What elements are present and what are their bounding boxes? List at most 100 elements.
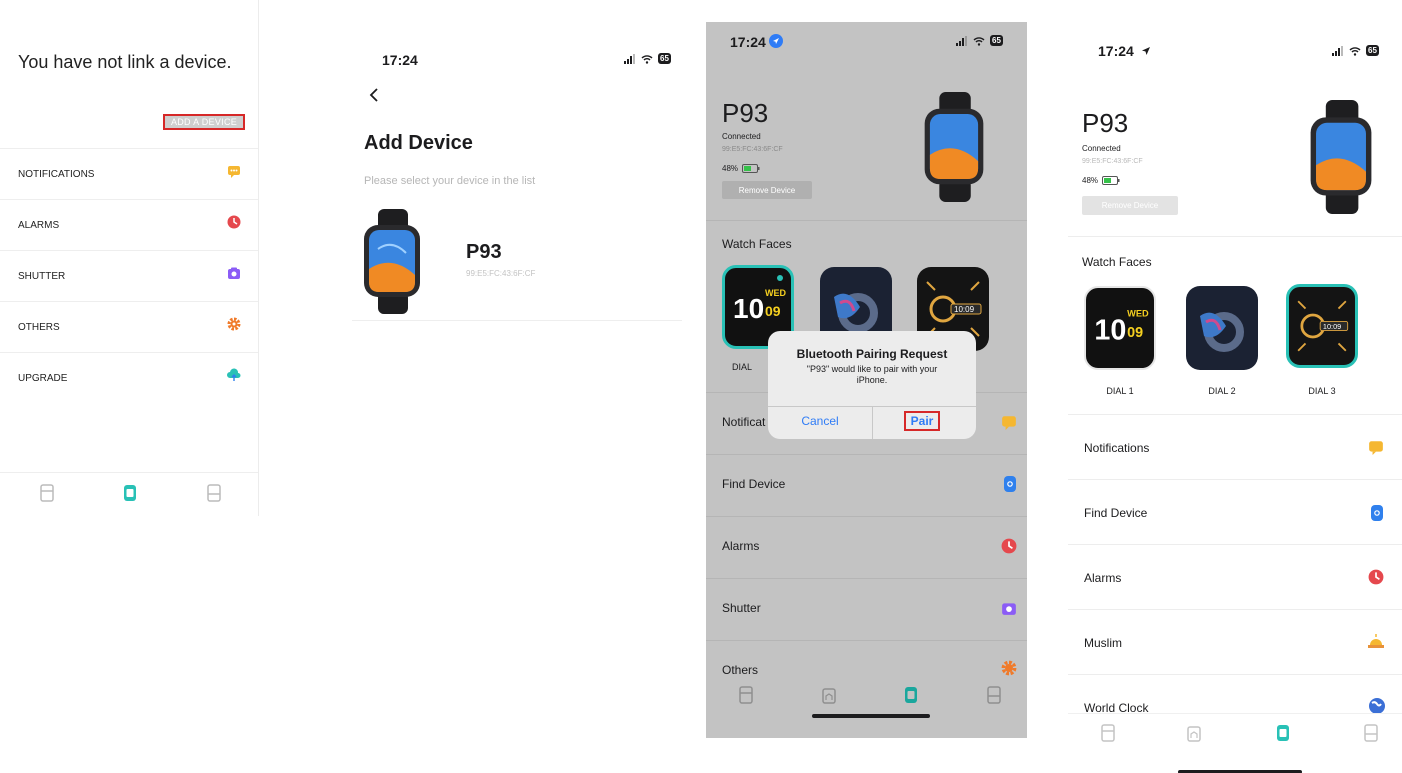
device-name: P93 <box>466 241 502 263</box>
message-icon <box>1369 441 1383 455</box>
settings-item-shutter[interactable]: Shutter <box>706 578 1027 641</box>
device-name: P93 <box>1082 108 1129 138</box>
settings-item-notifications[interactable]: Notifications <box>1068 414 1402 480</box>
settings-item-find-device[interactable]: Find Device <box>706 454 1027 517</box>
device-name: P93 <box>722 98 769 128</box>
signal-icon <box>1332 45 1343 56</box>
status-time: 17:24 <box>1098 43 1134 59</box>
settings-item-label: Find Device <box>1084 506 1148 520</box>
wifi-icon <box>641 54 653 64</box>
tab-home-icon[interactable] <box>822 686 836 704</box>
remove-device-button[interactable]: Remove Device <box>1082 196 1178 215</box>
connection-status: Connected <box>722 132 761 141</box>
tab-profile-icon[interactable] <box>207 484 221 502</box>
dial-2-thumbnail[interactable] <box>1186 286 1258 370</box>
dial-minute: 09 <box>765 303 781 319</box>
dial-1-thumbnail[interactable]: 10 WED 09 <box>1084 286 1156 370</box>
tab-profile-icon[interactable] <box>1364 724 1378 742</box>
connection-status: Connected <box>1082 144 1121 153</box>
tab-dashboard-icon[interactable] <box>40 484 54 502</box>
status-icons: 65 <box>956 35 1003 46</box>
tab-device-icon[interactable] <box>904 686 918 704</box>
battery-level-icon <box>742 164 760 173</box>
settings-item-label: Shutter <box>722 601 761 615</box>
wifi-icon <box>1349 46 1361 56</box>
settings-item-label: Alarms <box>1084 571 1122 585</box>
cancel-button[interactable]: Cancel <box>768 414 872 428</box>
menu-item-upgrade[interactable]: UPGRADE <box>0 352 258 403</box>
clock-icon <box>227 215 241 229</box>
dial-hour: 10 <box>1094 314 1126 346</box>
settings-item-label: Alarms <box>722 539 760 553</box>
settings-item-muslim[interactable]: Muslim <box>1068 609 1402 675</box>
menu-item-shutter[interactable]: SHUTTER <box>0 250 258 301</box>
battery-icon: 65 <box>658 53 671 64</box>
signal-icon <box>624 53 635 64</box>
dial-1-label: DIAL <box>731 362 752 372</box>
wifi-icon <box>973 36 985 46</box>
battery-level: 48% <box>722 164 760 173</box>
add-device-button[interactable]: ADD A DEVICE <box>163 114 245 130</box>
tab-dashboard-icon[interactable] <box>1101 724 1115 742</box>
tab-bar <box>1068 713 1402 773</box>
tab-dashboard-icon[interactable] <box>739 686 753 704</box>
dial-analog-icon: 10:09 <box>1297 300 1349 352</box>
clock-icon <box>1368 569 1384 585</box>
settings-item-others[interactable]: Others <box>706 640 1027 681</box>
menu-item-notifications[interactable]: NOTIFICATIONS <box>0 148 258 199</box>
message-icon <box>1002 416 1016 430</box>
no-device-screen: You have not link a device. ADD A DEVICE… <box>0 0 259 516</box>
mosque-icon <box>1368 634 1384 648</box>
battery-icon: 65 <box>1366 45 1379 56</box>
tab-profile-icon[interactable] <box>987 686 1001 704</box>
menu-item-alarms[interactable]: ALARMS <box>0 199 258 250</box>
pairing-screen: 17:24 65 P93 Connected 99:E5:FC:43:6F:CF… <box>706 22 1027 738</box>
dial-day: WED <box>765 288 786 298</box>
settings-item-world-clock[interactable]: World Clock <box>1068 674 1402 715</box>
tab-home-icon[interactable] <box>1187 724 1201 742</box>
tab-device-icon[interactable] <box>123 484 137 502</box>
device-mac: 99:E5:FC:43:6F:CF <box>466 269 536 278</box>
gear-icon <box>1001 660 1017 676</box>
dial-minute: 09 <box>1127 325 1143 341</box>
menu-item-label: UPGRADE <box>18 373 68 384</box>
dialog-divider <box>872 406 873 439</box>
settings-item-find-device[interactable]: Find Device <box>1068 479 1402 545</box>
pair-button[interactable]: Pair <box>904 411 940 431</box>
settings-item-label: Find Device <box>722 477 786 491</box>
watch-faces-label: Watch Faces <box>722 237 792 251</box>
menu-item-label: NOTIFICATIONS <box>18 169 95 180</box>
menu-item-label: ALARMS <box>18 220 60 231</box>
settings-item-alarms[interactable]: Alarms <box>1068 544 1402 610</box>
page-subtitle: Please select your device in the list <box>364 175 536 187</box>
remove-device-button[interactable]: Remove Device <box>722 181 812 199</box>
status-icons: 65 <box>1332 45 1379 56</box>
settings-item-label: Muslim <box>1084 636 1122 650</box>
tab-device-icon[interactable] <box>1276 724 1290 742</box>
status-time: 17:24 <box>730 34 766 50</box>
find-device-icon <box>1004 476 1016 492</box>
settings-item-alarms[interactable]: Alarms <box>706 516 1027 579</box>
device-list-item[interactable]: P93 99:E5:FC:43:6F:CF <box>352 205 682 321</box>
divider <box>1068 236 1402 238</box>
device-mac: 99:E5:FC:43:6F:CF <box>1082 158 1143 165</box>
cloud-upload-icon <box>227 368 241 381</box>
clock-icon <box>1001 538 1017 554</box>
menu-item-others[interactable]: OTHERS <box>0 301 258 352</box>
dial-3-thumbnail[interactable]: 10:09 <box>1286 284 1358 368</box>
divider <box>706 220 1027 222</box>
find-device-icon <box>1371 505 1383 521</box>
home-indicator <box>812 714 930 718</box>
dial-3-label: DIAL 3 <box>1308 386 1336 396</box>
location-arrow-icon <box>1142 47 1150 55</box>
back-chevron-icon[interactable] <box>368 88 380 102</box>
dialog-message: "P93" would like to pair with your iPhon… <box>806 364 938 385</box>
message-icon <box>228 166 240 178</box>
device-connected-screen: 17:24 65 P93 Connected 99:E5:FC:43:6F:CF… <box>1068 0 1402 773</box>
dial-abstract-icon <box>1200 312 1244 352</box>
watch-image <box>924 92 984 202</box>
tab-bar <box>0 472 258 516</box>
dial-digital-time: 10:09 <box>1323 322 1341 331</box>
watch-image <box>1310 100 1372 214</box>
dial-day: WED <box>1127 309 1149 319</box>
